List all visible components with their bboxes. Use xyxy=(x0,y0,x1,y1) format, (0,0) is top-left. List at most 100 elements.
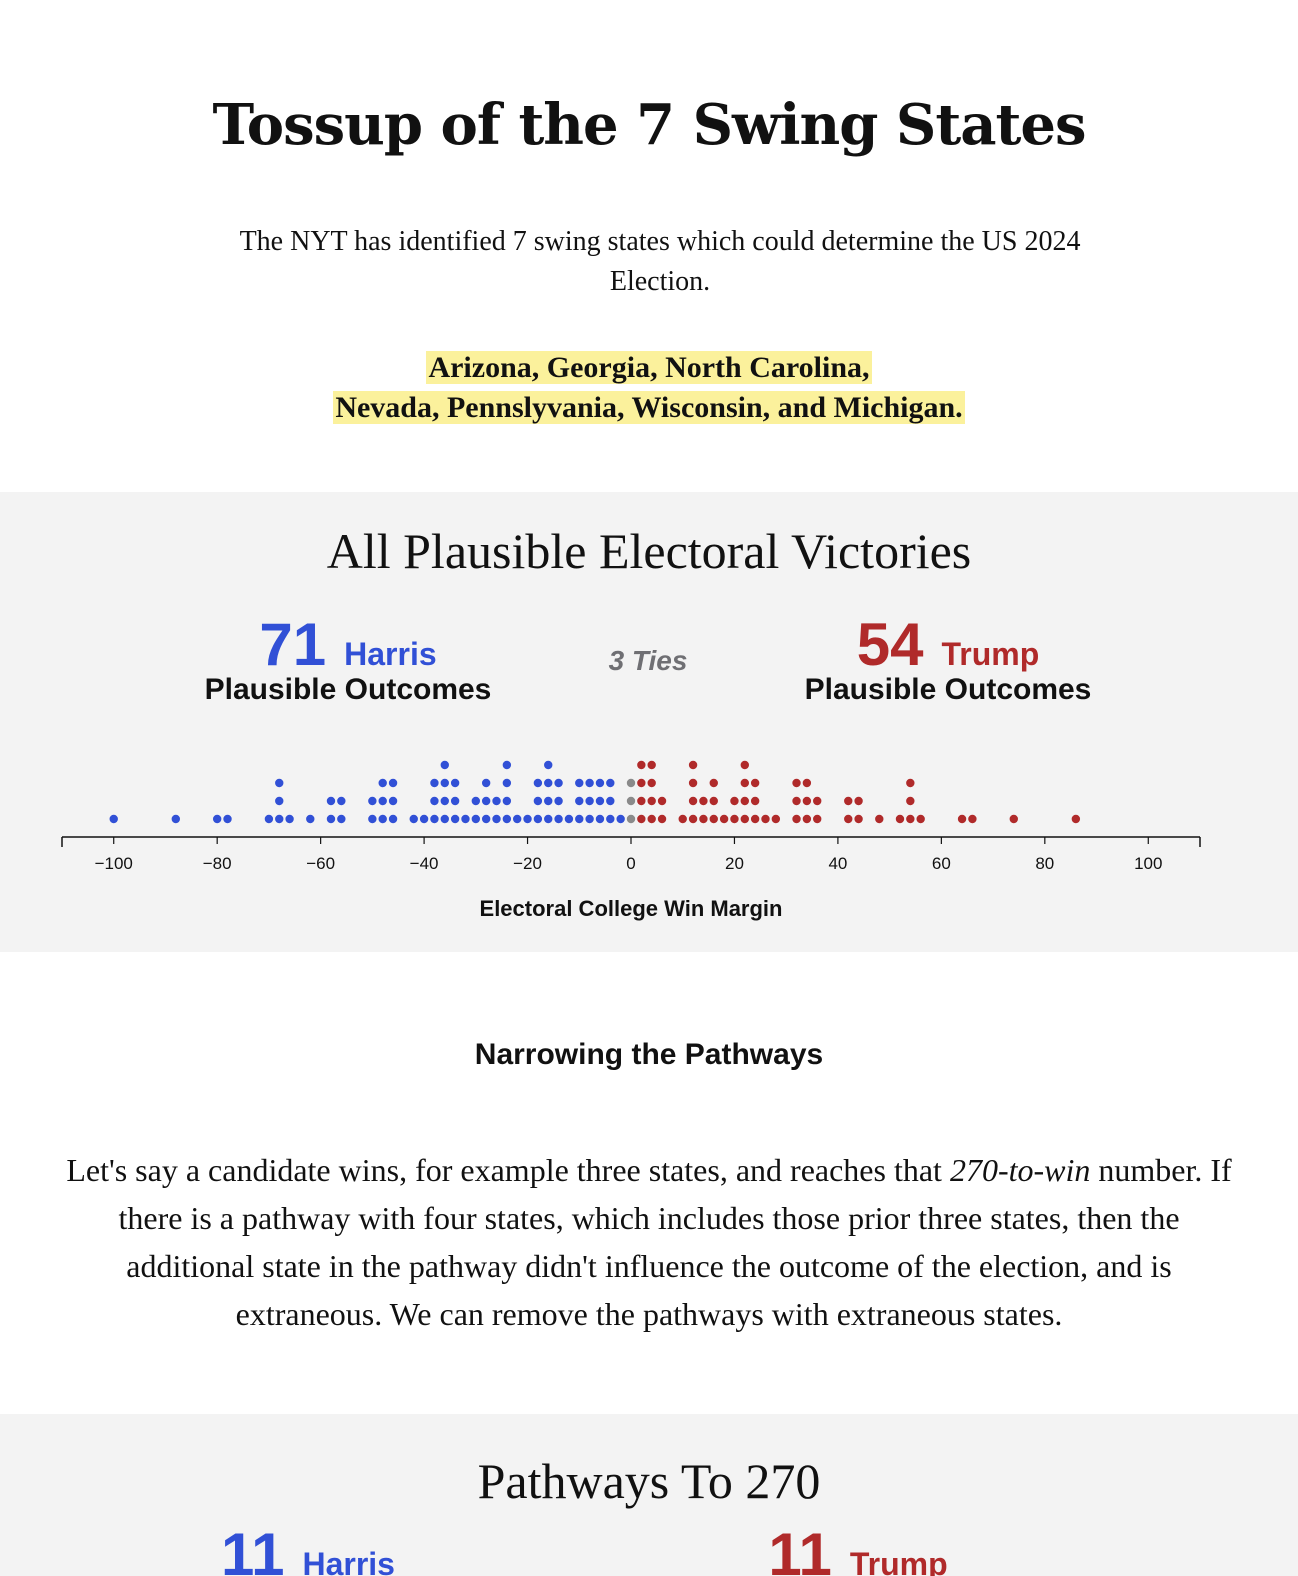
x-tick-label: −40 xyxy=(410,854,439,873)
dot-harris xyxy=(275,796,284,806)
dot-harris xyxy=(554,796,563,806)
narrowing-text-1: Let's say a candidate wins, for example … xyxy=(66,1152,950,1188)
dot-harris xyxy=(471,796,481,806)
dot-harris xyxy=(450,778,460,788)
dot-harris xyxy=(388,778,398,788)
dot-trump xyxy=(906,814,915,824)
dot-harris xyxy=(378,796,387,806)
dot-ties xyxy=(626,778,636,788)
dot-trump xyxy=(647,778,656,788)
dot-trump xyxy=(709,814,718,824)
dot-harris xyxy=(544,796,553,806)
dot-trump xyxy=(657,814,667,824)
dot-trump xyxy=(1071,814,1081,824)
dot-harris xyxy=(430,778,439,788)
dot-harris xyxy=(285,814,294,824)
dot-harris xyxy=(264,814,274,824)
x-tick-label: −80 xyxy=(203,854,232,873)
dot-trump xyxy=(792,778,801,788)
x-axis-label: Electoral College Win Margin xyxy=(480,896,783,921)
dot-trump xyxy=(802,814,812,824)
dot-trump xyxy=(792,814,801,824)
dot-harris xyxy=(481,796,491,806)
pathways-trump-stat: 11 Trump xyxy=(648,1520,1068,1576)
x-tick-label: 20 xyxy=(725,854,744,873)
pathways-panel: Pathways To 270 11 Harris 11 Trump xyxy=(0,1414,1298,1576)
pathways-harris-count: 11 xyxy=(221,1521,285,1576)
dot-harris xyxy=(502,814,512,824)
dot-harris xyxy=(481,778,491,788)
dot-harris xyxy=(595,778,605,788)
dot-harris xyxy=(585,778,594,788)
dot-trump xyxy=(792,796,801,806)
x-tick-label: −60 xyxy=(306,854,335,873)
pathways-title: Pathways To 270 xyxy=(477,1453,821,1509)
dot-trump xyxy=(709,796,718,806)
dot-harris xyxy=(337,814,346,824)
dot-harris xyxy=(544,814,553,824)
dot-harris xyxy=(326,814,336,824)
dot-trump xyxy=(802,778,812,788)
dot-harris xyxy=(492,814,501,824)
dot-harris xyxy=(523,814,532,824)
dot-harris xyxy=(502,760,512,770)
dot-trump xyxy=(761,814,770,824)
dot-harris xyxy=(606,778,615,788)
narrowing-text-italic: 270-to-win xyxy=(949,1152,1091,1188)
pathways-trump-count: 11 xyxy=(768,1521,832,1576)
dot-trump xyxy=(906,796,915,806)
victories-panel: All Plausible Electoral Victories 71 Harr… xyxy=(0,492,1298,952)
dot-trump xyxy=(813,796,822,806)
dot-trump xyxy=(813,814,822,824)
dot-harris xyxy=(461,814,470,824)
dot-trump xyxy=(730,796,739,806)
dot-harris xyxy=(544,760,553,770)
dot-trump xyxy=(719,814,729,824)
x-axis-ticks: −100 −80 −60 −40 −20 0 20 40 60 80 100 xyxy=(61,837,1201,873)
dot-harris xyxy=(368,814,377,824)
dot-harris xyxy=(595,814,605,824)
dot-trump xyxy=(688,796,698,806)
dot-harris xyxy=(171,814,180,824)
swing-states-list: Arizona, Georgia, North Carolina, Nevada… xyxy=(0,348,1298,428)
dot-harris xyxy=(275,814,284,824)
dot-harris xyxy=(585,796,594,806)
states-line-1: Arizona, Georgia, North Carolina, xyxy=(426,351,872,384)
dot-harris xyxy=(544,778,553,788)
dot-harris xyxy=(595,796,605,806)
pathways-harris-stat: 11 Harris xyxy=(98,1520,518,1576)
dot-harris xyxy=(450,814,460,824)
x-tick-label: 80 xyxy=(1035,854,1054,873)
x-tick-label: −100 xyxy=(95,854,133,873)
dot-ties xyxy=(626,814,636,824)
dots-group xyxy=(109,760,1081,824)
dot-trump xyxy=(637,814,646,824)
dot-harris xyxy=(109,814,118,824)
x-tick-label: 0 xyxy=(626,854,635,873)
dot-harris xyxy=(502,796,512,806)
x-tick-label: 100 xyxy=(1134,854,1162,873)
dot-trump xyxy=(750,814,760,824)
dot-trump xyxy=(699,814,708,824)
dot-harris xyxy=(378,814,387,824)
dot-trump xyxy=(647,814,656,824)
dot-harris xyxy=(533,778,543,788)
dot-harris xyxy=(223,814,232,824)
dot-trump xyxy=(844,796,853,806)
dot-harris xyxy=(440,760,449,770)
dot-harris xyxy=(471,814,481,824)
dot-harris xyxy=(616,814,625,824)
dot-harris xyxy=(585,814,594,824)
dot-plot-chart: −100 −80 −60 −40 −20 0 20 40 60 80 100 Electoral C… xyxy=(61,760,1201,921)
dot-harris xyxy=(502,778,512,788)
dot-harris xyxy=(575,796,584,806)
dot-trump xyxy=(637,796,646,806)
dot-harris xyxy=(388,814,398,824)
dot-trump xyxy=(740,796,749,806)
dot-ties xyxy=(626,796,636,806)
dot-trump xyxy=(750,778,760,788)
dot-harris xyxy=(575,778,584,788)
dot-trump xyxy=(730,814,739,824)
dot-harris xyxy=(378,778,387,788)
narrowing-paragraph: Let's say a candidate wins, for example … xyxy=(66,1146,1232,1338)
